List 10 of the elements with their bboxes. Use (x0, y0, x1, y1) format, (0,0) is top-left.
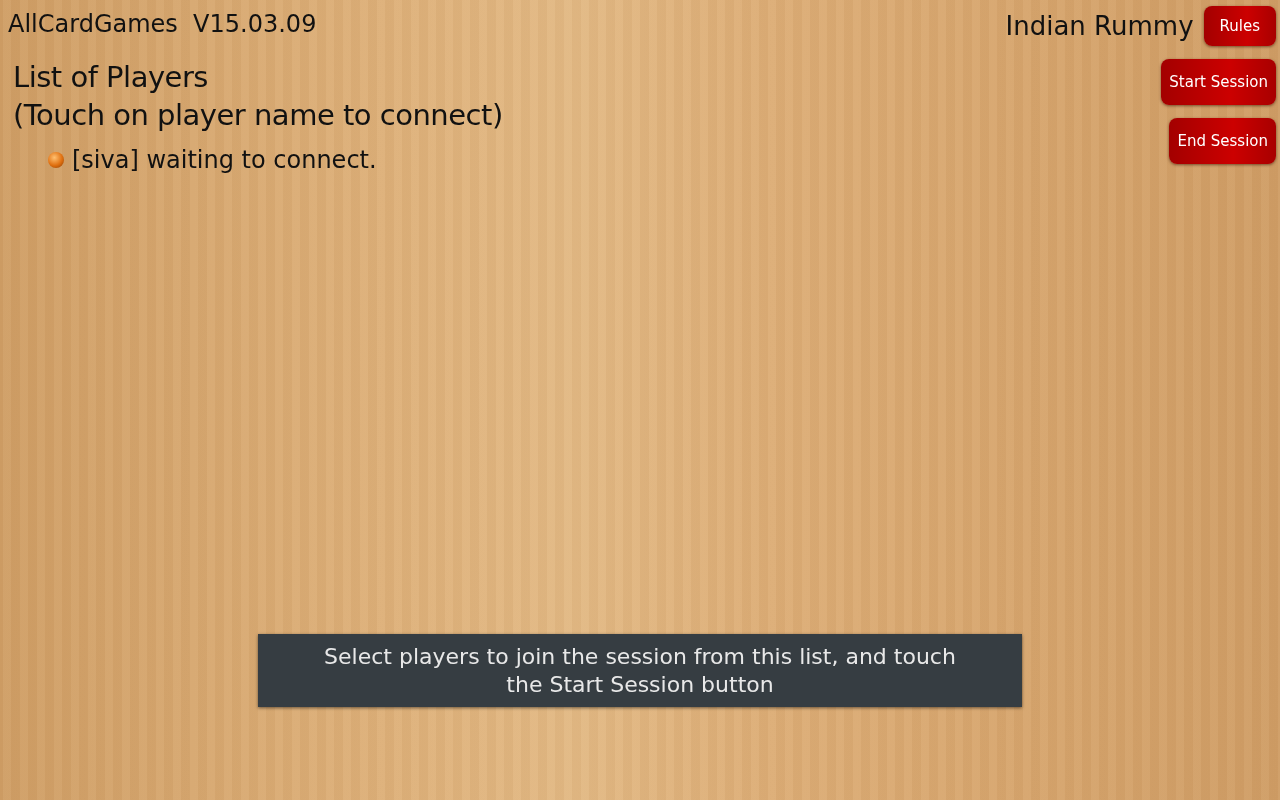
players-hint: (Touch on player name to connect) (13, 97, 503, 134)
session-button[interactable]: End Session (1169, 118, 1276, 164)
player-entry[interactable]: [siva] waiting to connect. (72, 146, 377, 174)
session-button[interactable]: Start Session (1161, 59, 1276, 105)
app-title: AllCardGames V15.03.09 (8, 10, 318, 38)
players-heading: List of Players (13, 59, 209, 96)
bullet-icon (48, 152, 64, 168)
rules-button[interactable]: Rules (1203, 6, 1276, 46)
toast-message: Select players to join the session from this list, and touch the Start Session button (258, 634, 1022, 707)
game-name: Indian Rummy (1005, 11, 1194, 41)
